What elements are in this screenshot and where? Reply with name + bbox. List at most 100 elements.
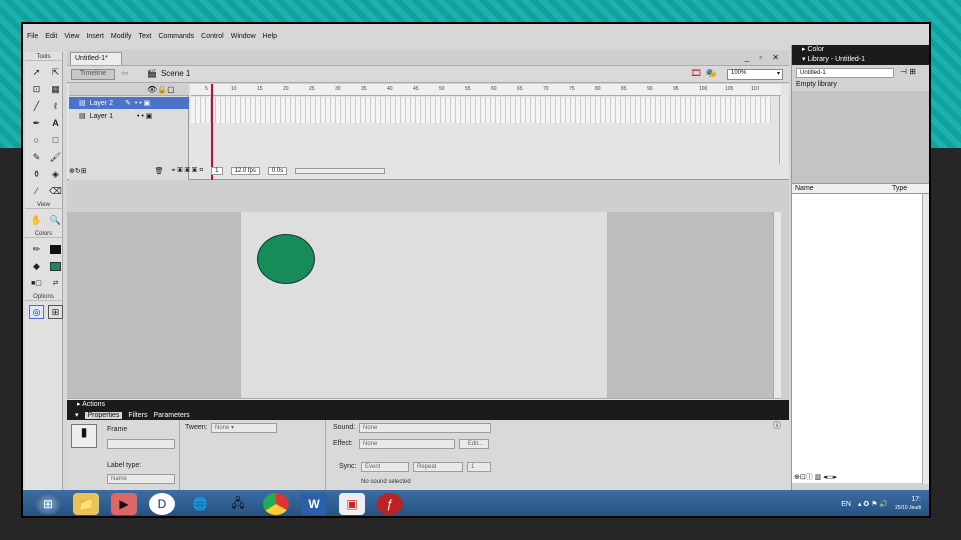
menu-item-file[interactable]: File (27, 33, 38, 40)
edit-button[interactable]: Edit... (459, 439, 489, 449)
app-d-icon[interactable]: D (149, 493, 175, 515)
window-controls[interactable]: _ ▫ ✕ (745, 53, 783, 62)
pdf-icon[interactable]: ▣ (339, 493, 365, 515)
default-colors-icon[interactable]: ■▢ (29, 276, 44, 290)
paint-bucket-icon[interactable]: ◈ (48, 167, 63, 181)
library-vscroll[interactable] (922, 194, 929, 484)
flash-icon[interactable]: ƒ (377, 493, 403, 515)
visibility-dots[interactable]: • • ▣ (137, 112, 152, 120)
effect-select[interactable]: None (359, 439, 455, 449)
tab-filters[interactable]: Filters (128, 412, 147, 419)
repeat-select[interactable]: Repeat (413, 462, 463, 472)
library-select[interactable]: Untitled-1 (796, 68, 894, 78)
help-icon[interactable]: ⓘ (773, 420, 781, 431)
actions-panel-bar[interactable]: ▸ Actions (67, 400, 789, 410)
chrome-icon[interactable] (263, 493, 289, 515)
menu-item-modify[interactable]: Modify (111, 33, 132, 40)
menu-item-text[interactable]: Text (139, 33, 152, 40)
clock[interactable]: 17: 25/10 Jeudi (895, 496, 921, 512)
eraser-icon[interactable]: ⌫ (48, 184, 63, 198)
scene-breadcrumb[interactable]: 🎬 Scene 1 (147, 69, 190, 78)
media-player-icon[interactable]: ▶ (111, 493, 137, 515)
stage-vscroll[interactable] (773, 212, 781, 398)
tab-properties[interactable]: Properties (84, 411, 123, 419)
frame-grid[interactable] (191, 97, 771, 123)
library-panel-bar[interactable]: ▾ Library - Untitled-1 (792, 55, 929, 65)
snap-to-objects-icon[interactable]: ⊞ (48, 305, 63, 319)
eye-lock-outline-icons[interactable]: 👁🔒▢ (147, 85, 175, 94)
divider (179, 420, 180, 490)
timeline-toggle-button[interactable]: Timeline (71, 69, 115, 80)
document-tab[interactable]: Untitled-1* (70, 52, 122, 65)
collapse-icon[interactable]: ▾ (75, 411, 79, 419)
zoom-select[interactable]: 100% ▾ (727, 69, 783, 80)
word-icon[interactable]: W (301, 493, 327, 515)
text-tool-icon[interactable]: A (48, 116, 63, 130)
oval-tool-icon[interactable]: ○ (29, 133, 44, 147)
timeline-vscroll[interactable] (779, 96, 787, 164)
network-icon[interactable]: 🖧 (225, 493, 251, 515)
eyedropper-icon[interactable]: ⁄ (29, 184, 44, 198)
sync-select[interactable]: Event (361, 462, 409, 472)
free-transform-icon[interactable]: ⊡ (29, 82, 44, 96)
green-ellipse[interactable] (257, 234, 315, 284)
selection-tool-icon[interactable]: ➚ (29, 65, 44, 79)
hand-tool-icon[interactable]: ✋ (29, 213, 44, 227)
menu-item-commands[interactable]: Commands (158, 33, 194, 40)
language-indicator[interactable]: EN (841, 501, 851, 508)
explorer-icon[interactable]: 📁 (73, 493, 99, 515)
menu-item-edit[interactable]: Edit (45, 33, 57, 40)
object-drawing-icon[interactable]: ◎ (29, 305, 44, 319)
menu-item-control[interactable]: Control (201, 33, 224, 40)
frame-ruler[interactable]: 5 10 15 20 25 30 35 40 45 50 55 60 65 70 75 80 85 90 95 100… (191, 84, 781, 96)
subselection-tool-icon[interactable]: ⇱ (48, 65, 63, 79)
frame-name-input[interactable] (107, 439, 175, 449)
gradient-transform-icon[interactable]: ▦ (48, 82, 63, 96)
menu-item-help[interactable]: Help (263, 33, 277, 40)
menu-item-insert[interactable]: Insert (86, 33, 104, 40)
library-footer-icons[interactable]: ⊕⊡ⓘ ▥ ◂▭▸ (794, 472, 837, 482)
menu-item-view[interactable]: View (64, 33, 79, 40)
stage[interactable] (241, 212, 607, 398)
library-list[interactable]: Name Type ⊕⊡ⓘ ▥ ◂▭▸ (792, 183, 929, 484)
sound-select[interactable]: None (359, 423, 491, 433)
zoom-tool-icon[interactable]: 🔍 (48, 213, 63, 227)
empty-library-text: Empty library (796, 81, 837, 88)
lasso-tool-icon[interactable]: ℓ (48, 99, 63, 113)
delete-layer-icon[interactable]: 🗑 (155, 167, 164, 175)
frame-rate[interactable]: 12.0 fps (230, 167, 260, 175)
onion-skin-icons[interactable]: ⌖ ▣ ▣ ▣ ⌗ (172, 167, 204, 175)
brush-tool-icon[interactable]: 🖌 (48, 150, 63, 164)
col-name[interactable]: Name (795, 185, 814, 192)
library-pin-icons[interactable]: ⊣ ⊞ (900, 67, 916, 76)
toolbox: Tools ➚ ⇱ ⊡ ▦ ╱ ℓ ✒ A ○ □ ✎ 🖌 ⚱ ◈ ⁄ ⌫ Vi… (25, 52, 63, 490)
pencil-tool-icon[interactable]: ✎ (29, 150, 44, 164)
fill-color-icon[interactable]: ◆ (29, 259, 44, 273)
pasteboard[interactable] (67, 212, 781, 406)
label-type-select[interactable]: Name (107, 474, 175, 484)
stroke-color-icon[interactable]: ✏ (29, 242, 44, 256)
back-arrow-icon[interactable]: ⇦ (121, 68, 129, 79)
tray-icons[interactable]: ▴ ✪ ⚑ 🔊 (858, 500, 888, 508)
start-button-icon[interactable]: ⊞ (35, 493, 61, 515)
globe-icon[interactable]: 🌐 (187, 493, 213, 515)
visibility-dots[interactable]: • • ▣ (135, 99, 150, 107)
ink-bottle-icon[interactable]: ⚱ (29, 167, 44, 181)
tab-parameters[interactable]: Parameters (153, 412, 189, 419)
rectangle-tool-icon[interactable]: □ (48, 133, 63, 147)
pen-tool-icon[interactable]: ✒ (29, 116, 44, 130)
line-tool-icon[interactable]: ╱ (29, 99, 44, 113)
insert-layer-icons[interactable]: ⊕↻⊞ (69, 167, 87, 175)
fill-color-swatch[interactable] (48, 259, 63, 273)
repeat-count-input[interactable]: 1 (467, 462, 491, 472)
layer-row-1[interactable]: ▤ Layer 1 • • ▣ (69, 110, 189, 122)
layer-row-2[interactable]: ▤ Layer 2 ✎ • • ▣ (69, 97, 189, 109)
col-type[interactable]: Type (892, 185, 907, 192)
stroke-color-swatch[interactable] (48, 242, 63, 256)
edit-symbol-icons[interactable]: 🎞🎭 (690, 68, 721, 79)
menu-item-window[interactable]: Window (231, 33, 256, 40)
swap-colors-icon[interactable]: ⇄ (48, 276, 63, 290)
color-panel-bar[interactable]: ▸ Color (792, 45, 929, 55)
timeline-hscroll[interactable] (295, 168, 386, 174)
tween-select[interactable]: None ▾ (211, 423, 277, 433)
